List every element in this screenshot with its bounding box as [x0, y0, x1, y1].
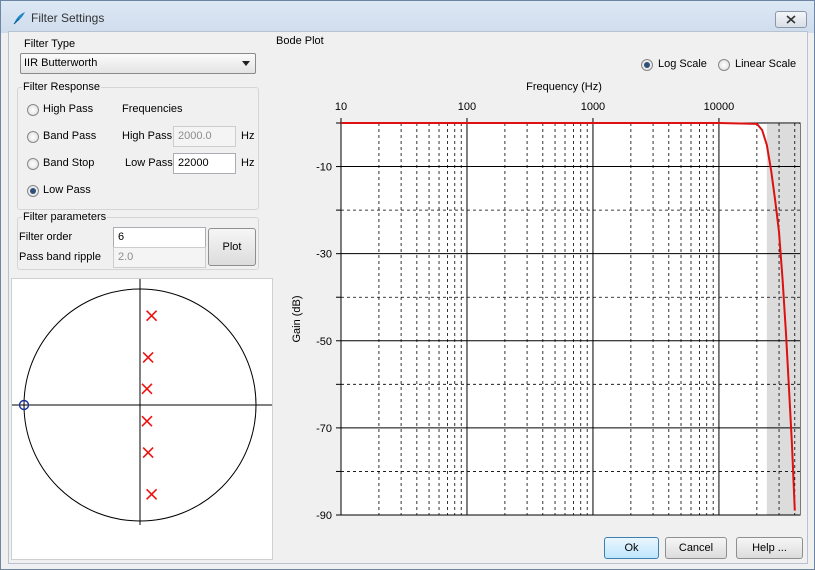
cancel-button[interactable]: Cancel: [665, 537, 727, 559]
low-pass-freq-input[interactable]: 22000: [173, 153, 236, 174]
y-tick-label: -90: [316, 510, 332, 522]
filter-type-group: Filter Type IIR Butterworth: [11, 36, 258, 74]
high-pass-unit: Hz: [241, 130, 255, 142]
pole-zero-plot: [11, 278, 273, 560]
bode-chart: Frequency (Hz) Gain (dB) 10 100 1000 10000 -…: [291, 81, 801, 522]
pole-marker: [141, 415, 153, 427]
filter-order-label: Filter order: [19, 231, 73, 243]
low-pass-unit: Hz: [241, 157, 255, 169]
low-pass-freq-label: Low Pass: [125, 157, 173, 169]
y-tick-label: -30: [316, 249, 332, 261]
radio-band-stop[interactable]: [27, 158, 39, 170]
radio-low-pass[interactable]: [27, 185, 39, 197]
pass-band-ripple-label: Pass band ripple: [19, 251, 101, 263]
filter-parameters-label: Filter parameters: [22, 211, 108, 223]
x-tick-label: 10000: [704, 101, 735, 113]
pass-band-ripple-input[interactable]: 2.0: [113, 247, 206, 268]
close-icon: [786, 15, 796, 24]
help-button[interactable]: Help ...: [736, 537, 803, 559]
pole-marker: [146, 488, 158, 500]
y-tick-label: -70: [316, 423, 332, 435]
filter-settings-window: Filter Settings Filter Type IIR Butterwo…: [0, 0, 815, 570]
y-tick-label: -50: [316, 336, 332, 348]
plot-button[interactable]: Plot: [208, 228, 256, 266]
filter-response-label: Filter Response: [22, 81, 102, 93]
ok-button[interactable]: Ok: [604, 537, 659, 559]
pole-marker: [142, 446, 154, 459]
pole-zero-svg: [12, 279, 272, 525]
dialog-body: Filter Type IIR Butterworth Filter Respo…: [8, 31, 808, 564]
close-button[interactable]: [775, 11, 807, 28]
radio-band-pass[interactable]: [27, 131, 39, 143]
chevron-down-icon: [242, 61, 250, 66]
filter-order-input[interactable]: 6: [113, 227, 206, 248]
frequencies-label: Frequencies: [122, 103, 183, 115]
filter-response-group: Filter Response High Pass Band Pass Band…: [17, 81, 259, 210]
filter-type-label: Filter Type: [23, 38, 77, 50]
pole-marker: [146, 310, 158, 322]
y-tick-label: -10: [316, 162, 332, 174]
filter-type-value: IIR Butterworth: [24, 57, 98, 69]
x-axis-title: Frequency (Hz): [526, 81, 602, 93]
x-tick-label: 10: [335, 101, 347, 113]
filter-type-dropdown[interactable]: IIR Butterworth: [20, 53, 256, 74]
bode-plot-group: Bode Plot Log Scale Linear Scale Frequen…: [272, 35, 803, 529]
title-bar: Filter Settings: [1, 1, 814, 33]
radio-high-pass[interactable]: [27, 104, 39, 116]
high-pass-freq-input[interactable]: 2000.0: [173, 126, 236, 147]
feather-icon: [13, 12, 25, 25]
x-tick-label: 100: [458, 101, 476, 113]
window-title: Filter Settings: [31, 11, 105, 25]
radio-band-stop-label[interactable]: Band Stop: [43, 157, 94, 169]
filter-parameters-group: Filter parameters Filter order 6 Pass ba…: [17, 211, 259, 270]
y-axis-title: Gain (dB): [291, 295, 303, 342]
x-tick-label: 1000: [581, 101, 605, 113]
pole-marker: [141, 383, 153, 395]
radio-low-pass-label[interactable]: Low Pass: [43, 184, 91, 196]
plot-area: [340, 122, 801, 516]
radio-high-pass-label[interactable]: High Pass: [43, 103, 93, 115]
high-pass-freq-label: High Pass: [122, 130, 173, 142]
radio-band-pass-label[interactable]: Band Pass: [43, 130, 96, 142]
pole-marker: [142, 351, 154, 364]
